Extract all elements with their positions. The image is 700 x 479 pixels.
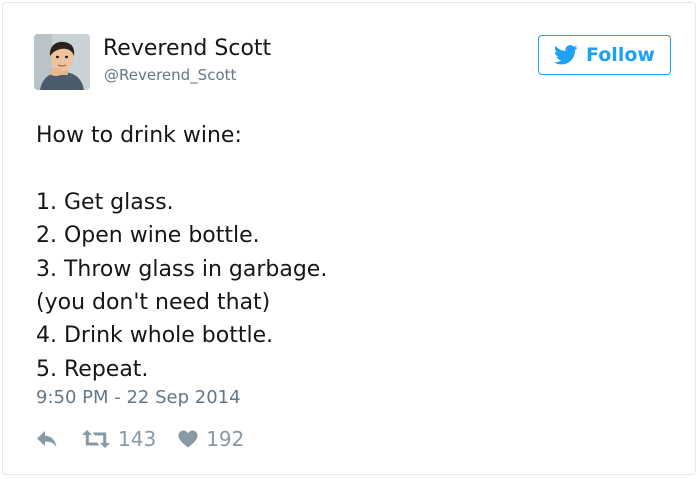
- follow-label: Follow: [586, 44, 655, 66]
- heart-icon: [178, 430, 198, 448]
- retweet-count: 143: [118, 427, 157, 451]
- tweet-actions: 143 192: [36, 425, 244, 453]
- like-count: 192: [206, 427, 245, 451]
- tweet-timestamp[interactable]: 9:50 PM - 22 Sep 2014: [36, 387, 241, 408]
- tweet-line: 4. Drink whole bottle.: [36, 323, 274, 349]
- tweet-line: 1. Get glass.: [36, 189, 174, 215]
- reply-button[interactable]: [36, 430, 58, 448]
- tweet-text: How to drink wine: 1. Get glass. 2. Open…: [36, 119, 656, 386]
- twitter-bird-icon: [554, 45, 578, 65]
- like-button[interactable]: 192: [178, 427, 244, 451]
- tweet-card: Reverend Scott @Reverend_Scott Follow Ho…: [2, 2, 696, 475]
- tweet-line: How to drink wine:: [36, 123, 242, 148]
- retweet-button[interactable]: 143: [82, 427, 156, 451]
- tweet-line: [36, 152, 656, 185]
- tweet-line: 5. Repeat.: [36, 356, 149, 382]
- tweet-line: 2. Open wine bottle.: [36, 223, 260, 249]
- avatar-portrait-icon: [34, 34, 90, 90]
- display-name[interactable]: Reverend Scott: [103, 36, 271, 61]
- follow-button[interactable]: Follow: [538, 35, 671, 75]
- user-handle[interactable]: @Reverend_Scott: [104, 66, 236, 84]
- tweet-line: (you don't need that): [36, 289, 271, 315]
- retweet-icon: [82, 430, 110, 448]
- tweet-line: 3. Throw glass in garbage.: [36, 256, 328, 282]
- avatar[interactable]: [34, 34, 90, 90]
- reply-icon: [37, 431, 57, 447]
